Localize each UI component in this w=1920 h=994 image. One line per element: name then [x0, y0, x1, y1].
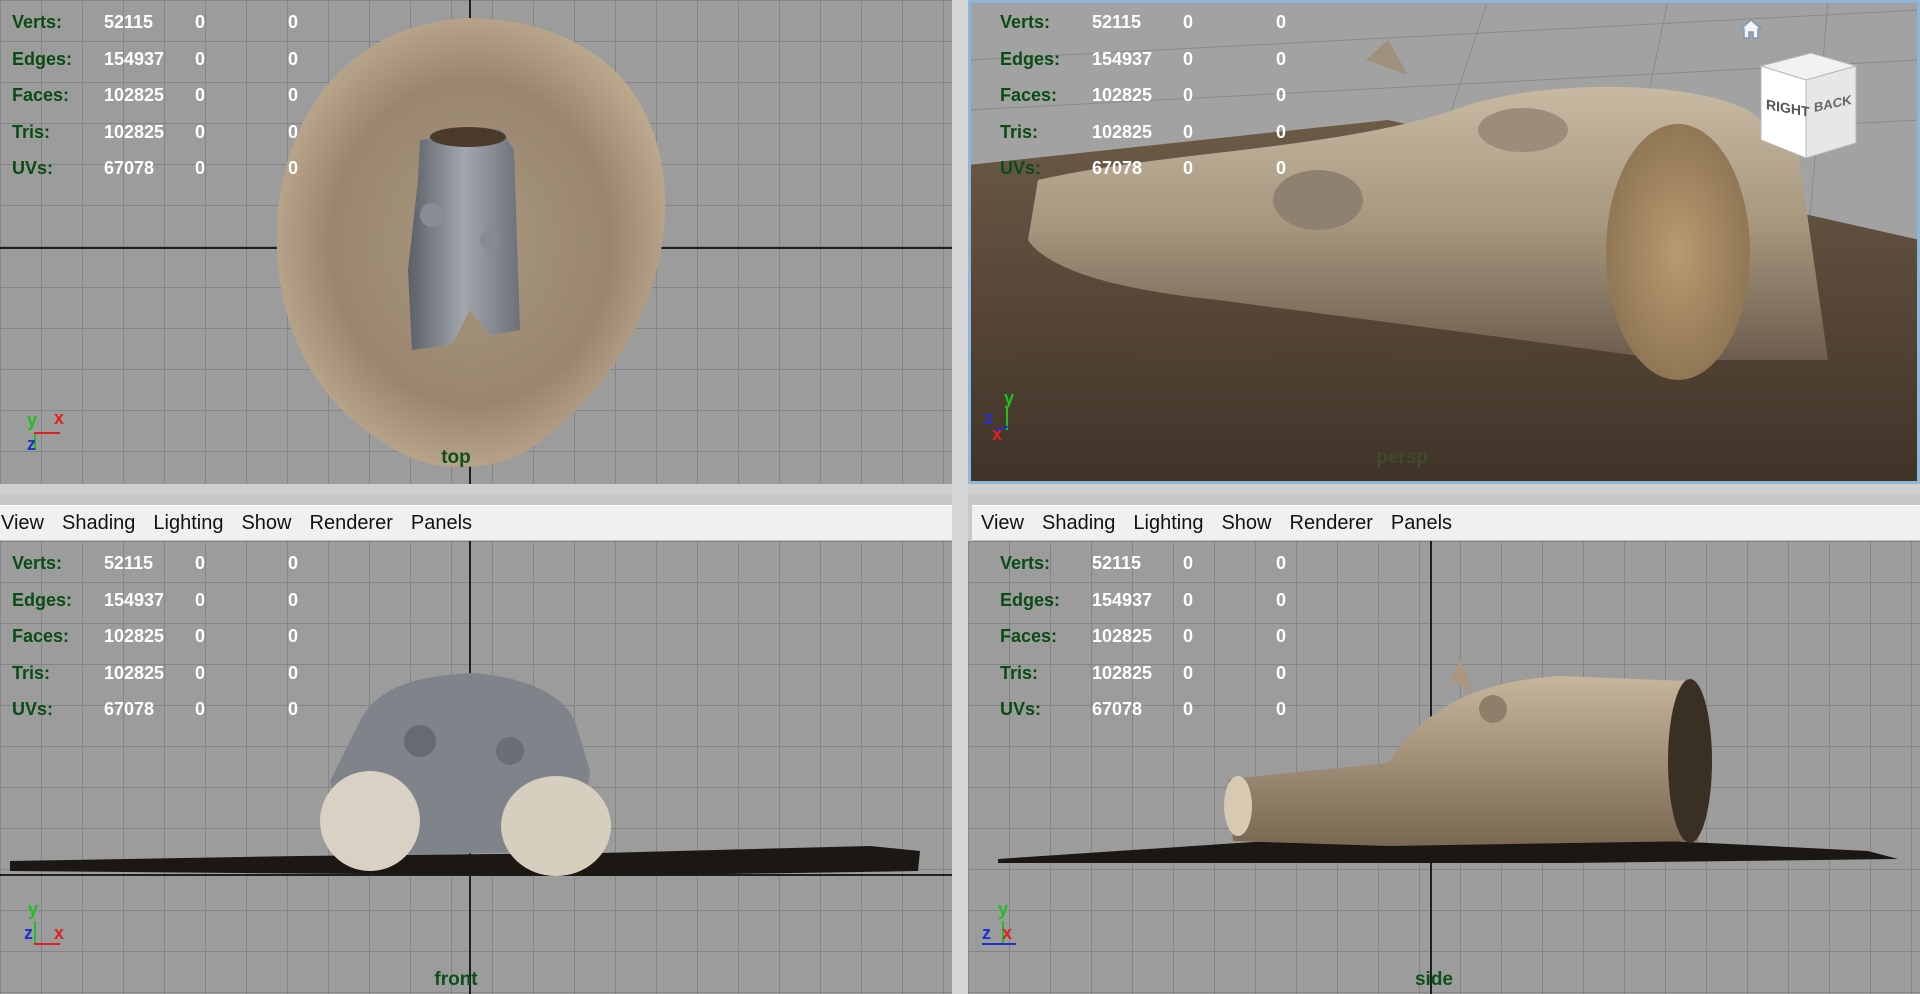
view-label-front: front [434, 969, 478, 990]
axes-gizmo: y z x [984, 388, 1015, 444]
viewport-side[interactable]: Verts: 52115 0 0 Edges: 154937 0 0 Faces: 10282… [968, 541, 1920, 994]
viewport-persp[interactable]: Verts: 52115 0 0 Edges: 154937 0 0 Faces: 10282… [968, 0, 1920, 484]
stats-hud: Verts: 52115 0 0 Edges: 154937 0 0 Faces: 10282… [1000, 553, 1287, 719]
menu-renderer[interactable]: Renderer [301, 506, 402, 540]
view-label-persp: persp [1376, 447, 1428, 468]
view-label-side: side [1414, 969, 1454, 990]
stats-hud: Verts: 52115 0 0 Edges: 154937 0 0 Faces: 10282… [12, 12, 299, 178]
home-icon[interactable] [1738, 16, 1764, 42]
stats-hud: Verts: 52115 0 0 Edges: 154937 0 0 Faces: 10282… [1000, 12, 1287, 178]
menu-view[interactable]: View [0, 506, 53, 540]
menu-panels[interactable]: Panels [1382, 506, 1461, 540]
viewcube[interactable]: RIGHT BACK [1756, 48, 1866, 159]
menu-shading[interactable]: Shading [53, 506, 144, 540]
menu-panels[interactable]: Panels [402, 506, 481, 540]
panel-separator-vertical[interactable] [952, 0, 968, 994]
panel-menubar: View Shading Lighting Show Renderer Pane… [972, 505, 1920, 541]
panel-menubar: View Shading Lighting Show Renderer Pane… [0, 505, 952, 541]
menu-shading[interactable]: Shading [1033, 506, 1124, 540]
panel-top: Verts: 52115 0 0 Edges: 154937 0 0 Faces: 10282… [0, 0, 952, 484]
menu-lighting[interactable]: Lighting [144, 506, 232, 540]
panel-front: View Shading Lighting Show Renderer Pane… [0, 505, 952, 994]
menu-show[interactable]: Show [1212, 506, 1280, 540]
stats-hud: Verts: 52115 0 0 Edges: 154937 0 0 Faces: 10282… [12, 553, 299, 719]
panel-persp: Verts: 52115 0 0 Edges: 154937 0 0 Faces: 10282… [968, 0, 1920, 484]
axes-gizmo: y z x [982, 899, 1042, 963]
view-label-top: top [441, 447, 471, 468]
viewport-top[interactable]: Verts: 52115 0 0 Edges: 154937 0 0 Faces: 10282… [0, 0, 952, 484]
panel-side: View Shading Lighting Show Renderer Pane… [968, 505, 1920, 994]
menu-show[interactable]: Show [232, 506, 300, 540]
menu-lighting[interactable]: Lighting [1124, 506, 1212, 540]
axes-gizmo: y z x [24, 899, 65, 945]
viewport-front[interactable]: Verts: 52115 0 0 Edges: 154937 0 0 Faces: 10282… [0, 541, 952, 994]
axes-gizmo: y x z [27, 408, 65, 454]
menu-view[interactable]: View [972, 506, 1033, 540]
menu-renderer[interactable]: Renderer [1281, 506, 1382, 540]
